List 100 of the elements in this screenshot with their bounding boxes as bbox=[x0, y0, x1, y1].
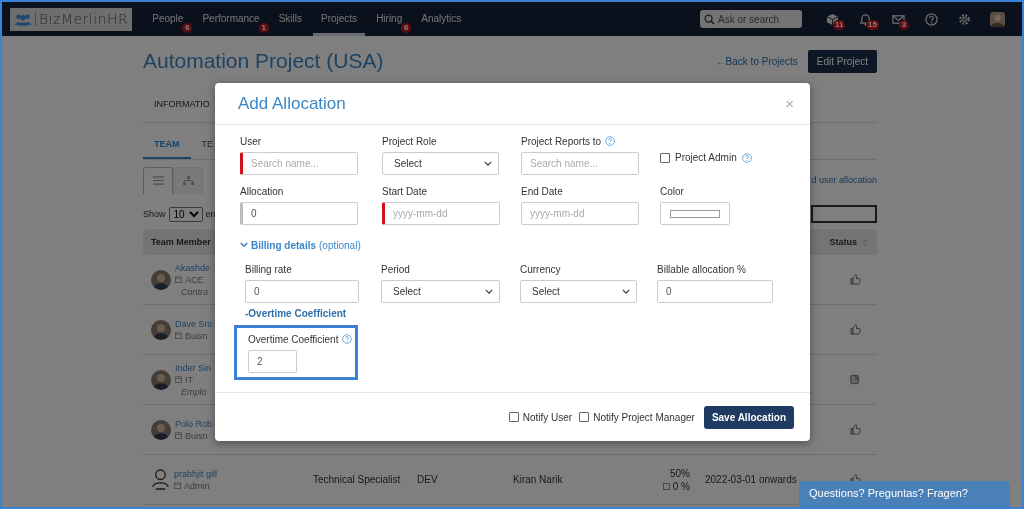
input-field[interactable]: yyyy-mm-dd bbox=[382, 202, 500, 225]
thumbs-up-icon bbox=[849, 324, 861, 335]
help-icon[interactable] bbox=[605, 136, 616, 146]
avatar-icon[interactable] bbox=[990, 11, 1005, 27]
user-icon bbox=[151, 469, 170, 490]
field-label: Period bbox=[381, 263, 410, 275]
input-field[interactable]: Search name... bbox=[521, 152, 639, 175]
calendar-icon bbox=[175, 432, 182, 439]
field-label: Project Reports to bbox=[521, 135, 602, 147]
field-label: Billing rate bbox=[245, 263, 292, 275]
thumbs-up-icon bbox=[849, 424, 861, 435]
nav-item[interactable]: Hiring 6 bbox=[368, 2, 411, 36]
chevron-down-icon bbox=[240, 242, 248, 248]
billing-icon bbox=[662, 482, 670, 490]
edit-project-button[interactable]: Edit Project bbox=[807, 49, 877, 73]
table-cell-text: 2022-03-01 onwards bbox=[704, 474, 798, 485]
column-header[interactable]: Team Member bbox=[151, 237, 211, 247]
table-search-field[interactable] bbox=[811, 205, 877, 223]
chevron-down-icon bbox=[622, 289, 630, 294]
table-cell-text: Technical Specialist bbox=[313, 474, 402, 485]
nav-item[interactable]: People 6 bbox=[144, 2, 192, 36]
input-field[interactable]: 0 bbox=[245, 280, 359, 303]
color-picker[interactable] bbox=[660, 202, 730, 225]
department-text: IT bbox=[185, 374, 193, 385]
section-tab[interactable]: INFORMATIO bbox=[154, 99, 210, 109]
checkbox-label[interactable]: Project Admin bbox=[675, 152, 737, 163]
avatar-icon bbox=[151, 319, 171, 340]
select-field[interactable]: Select bbox=[520, 280, 637, 303]
page-size-select[interactable]: 10 bbox=[168, 206, 203, 222]
avatar-icon bbox=[151, 269, 171, 290]
checkbox-label[interactable]: Notify Project Manager bbox=[593, 411, 695, 423]
settings-icon[interactable] bbox=[958, 12, 971, 26]
checkbox[interactable] bbox=[508, 412, 519, 422]
input-field[interactable]: 2 bbox=[248, 350, 297, 373]
member-name-link[interactable]: Akashde bbox=[175, 262, 211, 273]
field-label: Currency bbox=[520, 263, 561, 275]
checkbox[interactable] bbox=[579, 412, 590, 422]
avatar-icon bbox=[151, 419, 171, 440]
nav-item[interactable]: Skills bbox=[270, 2, 310, 36]
count-badge: 1 bbox=[258, 23, 269, 33]
add-allocation-link[interactable]: d user allocation bbox=[811, 175, 877, 185]
table-cell-text: Kiran Narik bbox=[513, 474, 564, 485]
input-field[interactable]: yyyy-mm-dd bbox=[521, 202, 639, 225]
tab[interactable]: TEAM bbox=[143, 131, 191, 159]
billable-text: 0 % bbox=[672, 480, 690, 492]
chevron-down-icon bbox=[485, 289, 493, 294]
close-button[interactable]: × bbox=[783, 96, 796, 111]
calendar-icon bbox=[175, 332, 182, 339]
department-text: Buisn bbox=[185, 330, 208, 341]
billing-details-toggle[interactable]: Billing details (optional) bbox=[240, 239, 361, 251]
search-field[interactable]: Ask or search bbox=[700, 10, 802, 28]
input-field[interactable]: 0 bbox=[240, 202, 358, 225]
back-link[interactable]: ←Back to Projects bbox=[715, 55, 798, 67]
document-icon bbox=[850, 374, 860, 385]
field-label: Color bbox=[660, 185, 684, 197]
checkbox[interactable] bbox=[660, 152, 670, 163]
chevron-down-icon bbox=[484, 161, 492, 166]
field-label: Start Date bbox=[382, 185, 428, 197]
input-field[interactable]: 0 bbox=[657, 280, 773, 303]
department-text: Admin bbox=[184, 480, 210, 491]
member-name-link[interactable]: Dave Sm bbox=[175, 318, 212, 329]
chat-widget[interactable]: Questions? Preguntas? Fragen? bbox=[799, 481, 1010, 507]
help-icon[interactable] bbox=[741, 152, 752, 163]
field-label: Billable allocation % bbox=[657, 263, 746, 275]
field-label: User bbox=[240, 135, 262, 147]
count-badge: 6 bbox=[401, 23, 412, 33]
field-label: Overtime Coefficient bbox=[248, 333, 339, 345]
calendar-icon bbox=[175, 276, 182, 283]
hierarchy-icon bbox=[182, 176, 194, 185]
nav-item[interactable]: Analytics bbox=[413, 2, 470, 36]
mail-icon[interactable] bbox=[892, 12, 905, 26]
select-field[interactable]: Select bbox=[381, 280, 500, 303]
avatar-icon bbox=[151, 369, 171, 390]
employment-type-text: Emplo bbox=[180, 386, 208, 397]
nav-item[interactable]: Projects bbox=[313, 2, 366, 36]
field-label: Project Role bbox=[382, 135, 437, 147]
checkbox-label[interactable]: Notify User bbox=[522, 411, 573, 423]
input-field[interactable]: Search name... bbox=[240, 152, 358, 175]
select-field[interactable]: Select bbox=[382, 152, 499, 175]
allocation-text: 50% bbox=[670, 467, 690, 479]
save-allocation-button[interactable]: Save Allocation bbox=[703, 405, 794, 429]
nav-item[interactable]: Performance 1 bbox=[194, 2, 268, 36]
calendar-icon bbox=[174, 482, 181, 489]
page-title: Automation Project (USA) bbox=[143, 49, 384, 73]
overtime-coefficient-link[interactable]: -Overtime Coefficient bbox=[245, 308, 347, 319]
field-label: End Date bbox=[521, 185, 563, 197]
member-name-link[interactable]: prabhjit gill bbox=[174, 468, 218, 479]
people-group-icon bbox=[14, 12, 32, 26]
show-label: Show bbox=[143, 209, 166, 219]
column-header[interactable]: Status bbox=[829, 237, 857, 247]
member-name-link[interactable]: Inder Sin bbox=[175, 362, 212, 373]
help-icon[interactable] bbox=[342, 334, 353, 344]
count-badge: 3 bbox=[899, 19, 909, 30]
department-text: Buisn bbox=[185, 430, 208, 441]
member-name-link[interactable]: Polo Rob bbox=[175, 418, 213, 429]
dialog-title: Add Allocation bbox=[238, 93, 346, 114]
logo[interactable]: BizMerlinHR bbox=[10, 7, 133, 31]
field-label: Allocation bbox=[240, 185, 284, 197]
count-badge: 11 bbox=[833, 19, 846, 30]
calendar-icon bbox=[175, 376, 182, 383]
